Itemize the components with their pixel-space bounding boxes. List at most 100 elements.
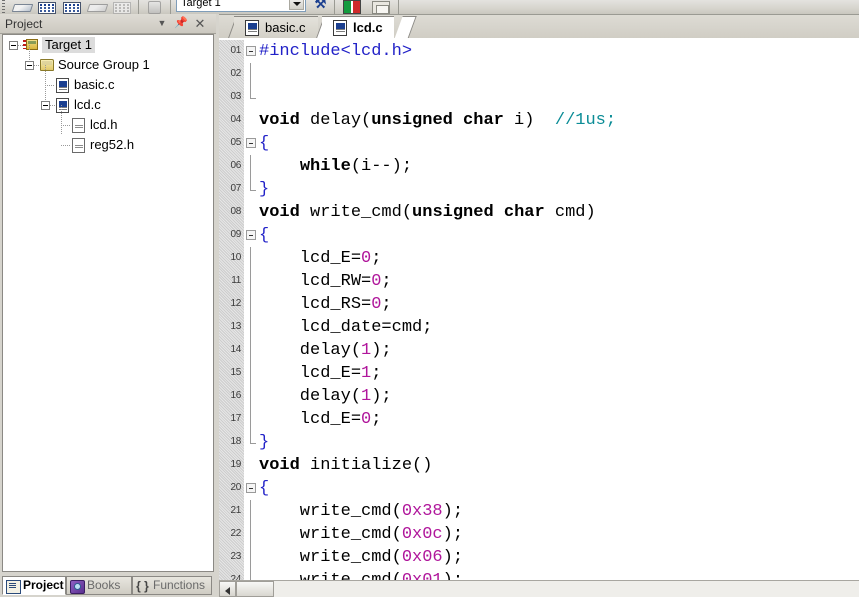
code-lines[interactable]: 01 #include<lcd.h> 02 03 04 void delay(unsign… — [219, 40, 859, 592]
code-line[interactable]: 10 lcd_E=0; — [219, 247, 859, 270]
line-number: 11 — [231, 275, 241, 286]
line-number: 05 — [230, 137, 241, 148]
build-icon[interactable] — [63, 2, 81, 14]
code-text: write_cmd(0x38); — [259, 502, 464, 521]
code-line[interactable]: 01 #include<lcd.h> — [219, 40, 859, 63]
target-selector-combobox[interactable]: Target 1 — [176, 0, 306, 12]
chevron-down-icon[interactable] — [289, 0, 304, 10]
tree-item-label: reg52.h — [90, 137, 135, 152]
code-line[interactable]: 21 write_cmd(0x38); — [219, 500, 859, 523]
bottom-tab-functions[interactable]: { } Functions — [132, 576, 212, 595]
line-number: 16 — [230, 390, 241, 401]
target-options-icon[interactable]: ⚒ — [312, 0, 329, 12]
editor-area: basic.c lcd.c 01 #include<lcd.h> 02 03 04 voi… — [219, 14, 859, 597]
code-line[interactable]: 14 delay(1); — [219, 339, 859, 362]
code-line[interactable]: 03 — [219, 86, 859, 109]
code-text: lcd_E=0; — [259, 410, 382, 429]
tree-item-lcd-c[interactable]: lcd.c — [3, 85, 213, 115]
code-text: write_cmd(0x06); — [259, 548, 464, 567]
editor-horizontal-scrollbar[interactable] — [219, 580, 859, 597]
manage-components-icon[interactable] — [343, 0, 361, 14]
fold-guide-line — [250, 155, 251, 178]
tree-connector — [45, 85, 46, 101]
code-text: lcd_RW=0; — [259, 272, 392, 291]
code-line[interactable]: 06 while(i--); — [219, 155, 859, 178]
fold-collapse-icon[interactable] — [246, 230, 256, 240]
code-line[interactable]: 02 — [219, 63, 859, 86]
code-line[interactable]: 23 write_cmd(0x06); — [219, 546, 859, 569]
expand-toggle-icon[interactable] — [9, 41, 18, 50]
tree-item-reg52-h[interactable]: reg52.h — [3, 125, 213, 155]
bottom-tab-project[interactable]: Project — [2, 576, 66, 595]
bottom-tab-books[interactable]: Books — [66, 576, 132, 595]
chevron-down-icon[interactable]: ▼ — [155, 17, 169, 30]
code-line[interactable]: 19 void initialize() — [219, 454, 859, 477]
code-text: { — [259, 479, 270, 498]
code-line[interactable]: 13 lcd_date=cmd; — [219, 316, 859, 339]
pin-icon[interactable]: 📌 — [174, 17, 188, 30]
fold-collapse-icon[interactable] — [246, 46, 256, 56]
close-icon[interactable]: ✕ — [193, 17, 207, 30]
project-panel-title: Project — [5, 17, 43, 31]
toolbar-grip[interactable] — [2, 0, 5, 14]
stop-build-icon[interactable] — [148, 1, 161, 14]
line-number: 02 — [230, 68, 241, 79]
line-number: 17 — [230, 413, 241, 424]
line-number: 10 — [230, 252, 241, 263]
line-number: 22 — [230, 528, 241, 539]
c-file-icon — [56, 78, 69, 93]
code-line[interactable]: 11 lcd_RW=0; — [219, 270, 859, 293]
fold-guide-line — [250, 293, 251, 316]
group-folder-icon — [40, 59, 54, 71]
code-text: delay(1); — [259, 387, 392, 406]
tree-item-lcd-h[interactable]: lcd.h — [3, 105, 213, 135]
code-line[interactable]: 18} — [219, 431, 859, 454]
code-line[interactable]: 07} — [219, 178, 859, 201]
project-panel: Project ▼ 📌 ✕ Target 1 Source Group 1 ba… — [0, 14, 216, 574]
tree-item-source-group-1[interactable]: Source Group 1 — [3, 45, 213, 75]
code-text: } — [259, 180, 270, 199]
window-layout-icon[interactable] — [372, 1, 390, 14]
code-line[interactable]: 17 lcd_E=0; — [219, 408, 859, 431]
code-view[interactable]: 01 #include<lcd.h> 02 03 04 void delay(unsign… — [219, 40, 859, 597]
h-file-icon — [72, 138, 85, 153]
horizontal-scroll-thumb[interactable] — [236, 581, 274, 597]
rebuild-all-icon[interactable] — [86, 4, 109, 12]
fold-guide-end — [250, 190, 256, 191]
fold-guide-line — [250, 270, 251, 293]
code-text: delay(1); — [259, 341, 392, 360]
tree-connector — [61, 125, 71, 126]
code-line[interactable]: 05 { — [219, 132, 859, 155]
fold-collapse-icon[interactable] — [246, 138, 256, 148]
fold-guide-line — [250, 178, 251, 190]
toolbar-separator-3 — [334, 0, 335, 14]
tree-connector — [61, 125, 62, 135]
code-line[interactable]: 20 { — [219, 477, 859, 500]
tree-item-target-1[interactable]: Target 1 — [3, 35, 213, 55]
h-file-icon — [72, 118, 85, 133]
translate-file-icon[interactable] — [38, 2, 56, 14]
code-line[interactable]: 15 lcd_E=1; — [219, 362, 859, 385]
expand-toggle-icon[interactable] — [41, 101, 50, 110]
code-line[interactable]: 16 delay(1); — [219, 385, 859, 408]
scroll-left-arrow-icon[interactable] — [219, 581, 236, 597]
build-target-icon[interactable] — [11, 4, 34, 12]
code-line[interactable]: 22 write_cmd(0x0c); — [219, 523, 859, 546]
fold-guide-line — [250, 247, 251, 270]
fold-guide-line — [250, 63, 251, 86]
code-line[interactable]: 12 lcd_RS=0; — [219, 293, 859, 316]
code-text: } — [259, 433, 270, 452]
line-number: 14 — [230, 344, 241, 355]
code-line[interactable]: 04 void delay(unsigned char i) //1us; — [219, 109, 859, 132]
line-number: 01 — [230, 45, 241, 56]
project-tree[interactable]: Target 1 Source Group 1 basic.c lcd.c lc… — [2, 34, 214, 572]
code-line[interactable]: 09 { — [219, 224, 859, 247]
tree-item-basic-c[interactable]: basic.c — [3, 65, 213, 95]
line-number: 12 — [230, 298, 241, 309]
code-line[interactable]: 08 void write_cmd(unsigned char cmd) — [219, 201, 859, 224]
batch-build-icon[interactable] — [113, 2, 131, 14]
expand-toggle-icon[interactable] — [25, 61, 34, 70]
fold-collapse-icon[interactable] — [246, 483, 256, 493]
line-number: 23 — [230, 551, 241, 562]
project-panel-titlebar: Project ▼ 📌 ✕ — [0, 14, 216, 34]
